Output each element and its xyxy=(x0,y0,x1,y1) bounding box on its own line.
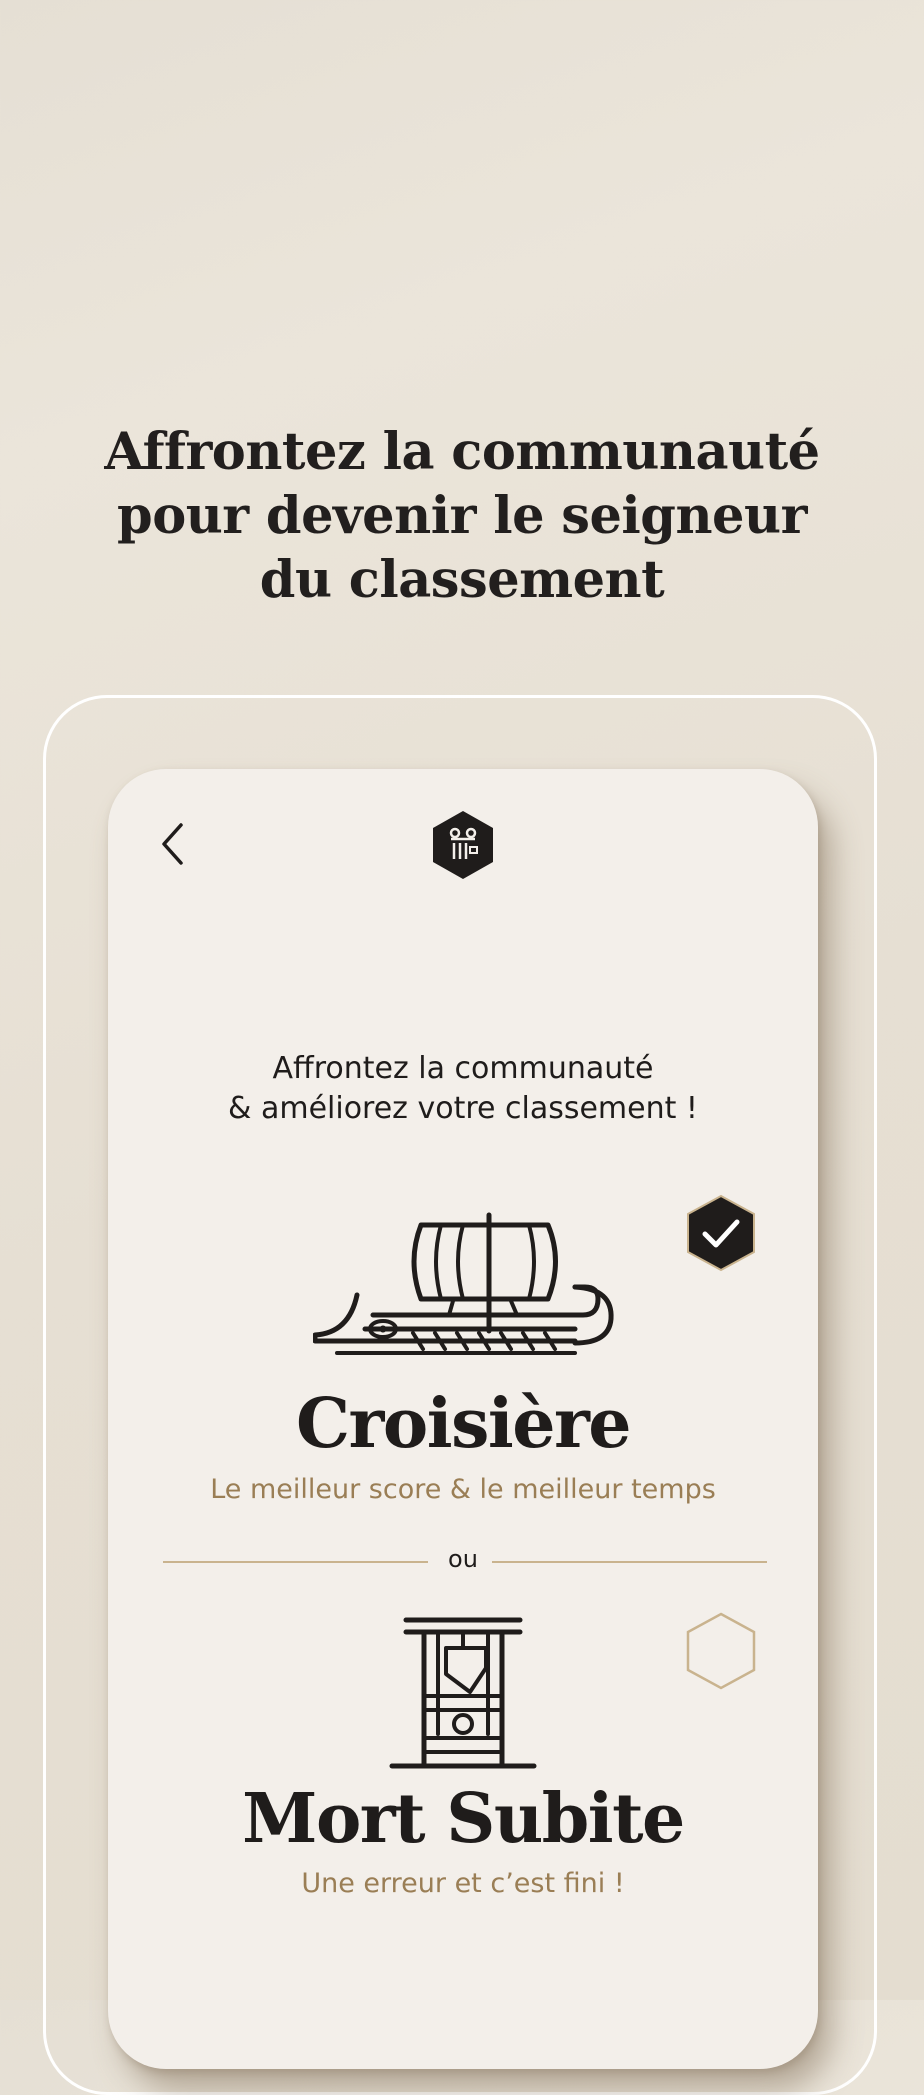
separator-line-right xyxy=(492,1561,767,1563)
separator-line-left xyxy=(163,1561,428,1563)
mode-title-croisiere[interactable]: Croisière xyxy=(108,1384,818,1464)
headline-line-3: du classement xyxy=(259,550,665,610)
selected-check-icon[interactable] xyxy=(685,1193,757,1273)
screen-subtitle: Affrontez la communauté & améliorez votr… xyxy=(108,1049,818,1129)
mode-description-mort-subite: Une erreur et c’est fini ! xyxy=(301,1868,625,1899)
phone-screen: Affrontez la communauté & améliorez votr… xyxy=(108,769,818,2069)
guillotine-icon[interactable] xyxy=(388,1614,538,1784)
headline-line-2: pour devenir le seigneur xyxy=(117,486,807,546)
mode-description-croisiere: Le meilleur score & le meilleur temps xyxy=(210,1474,716,1505)
subtitle-line-1: Affrontez la communauté xyxy=(272,1051,654,1086)
separator-label: ou xyxy=(448,1545,478,1573)
unselected-hexagon-icon[interactable] xyxy=(685,1611,757,1691)
subtitle-line-2: & améliorez votre classement ! xyxy=(228,1091,698,1126)
galley-ship-icon[interactable] xyxy=(313,1211,633,1371)
mode-title-mort-subite[interactable]: Mort Subite xyxy=(108,1779,818,1859)
page-headline: Affrontez la communauté pour devenir le … xyxy=(0,420,924,612)
chevron-left-icon[interactable] xyxy=(158,821,188,867)
headline-line-1: Affrontez la communauté xyxy=(104,422,820,482)
column-hexagon-logo-icon xyxy=(433,811,493,879)
